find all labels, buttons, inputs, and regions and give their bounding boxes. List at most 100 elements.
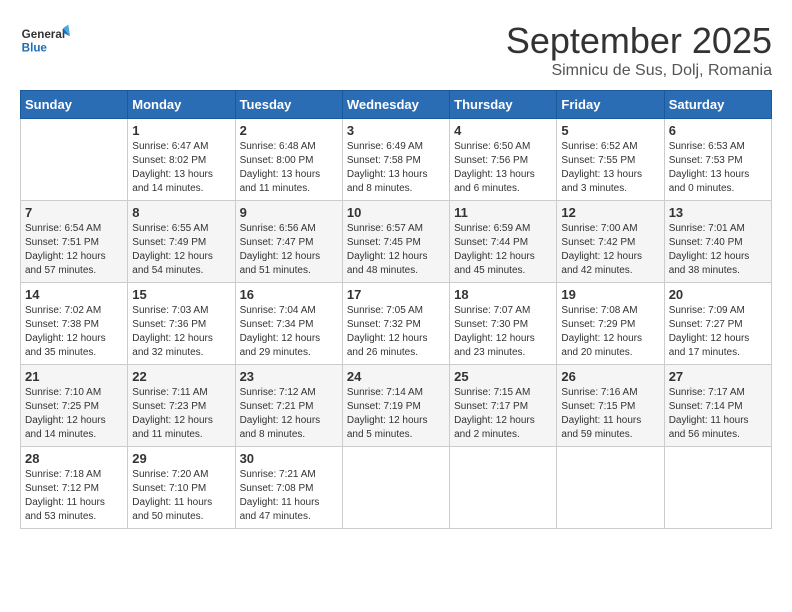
- week-row-2: 14 Sunrise: 7:02 AM Sunset: 7:38 PM Dayli…: [21, 283, 772, 365]
- header-cell-monday: Monday: [128, 91, 235, 119]
- day-info: Sunrise: 7:09 AM Sunset: 7:27 PM Dayligh…: [669, 304, 767, 360]
- day-number: 30: [240, 451, 338, 466]
- calendar-cell: 15Sunrise: 7:03 AM Sunset: 7:36 PM Dayli…: [128, 283, 235, 365]
- day-number: 13: [669, 205, 767, 220]
- day-number: 4: [454, 123, 552, 138]
- day-number: 6: [669, 123, 767, 138]
- day-info: Sunrise: 7:01 AM Sunset: 7:40 PM Dayligh…: [669, 222, 767, 278]
- day-info: Sunrise: 7:07 AM Sunset: 7:30 PM Dayligh…: [454, 304, 552, 360]
- day-info: Sunrise: 6:49 AM Sunset: 7:58 PM Dayligh…: [347, 140, 445, 196]
- day-number: 21: [25, 369, 123, 384]
- day-number: 27: [669, 369, 767, 384]
- day-info: Sunrise: 7:16 AM Sunset: 7:15 PM Dayligh…: [561, 386, 659, 442]
- calendar-cell: 1 Sunrise: 6:47 AM Sunset: 8:02 PM Daylig…: [128, 119, 235, 201]
- logo-icon: General Blue: [20, 20, 70, 60]
- day-info: Sunrise: 6:53 AM Sunset: 7:53 PM Dayligh…: [669, 140, 767, 196]
- header-cell-friday: Friday: [557, 91, 664, 119]
- calendar-cell: 10 Sunrise: 6:57 AM Sunset: 7:45 PM Dayli…: [342, 201, 449, 283]
- day-number: 11: [454, 205, 552, 220]
- month-title: September 2025: [506, 20, 772, 62]
- day-info: Sunrise: 7:03 AM Sunset: 7:36 PM Dayligh…: [132, 304, 230, 360]
- day-number: 9: [240, 205, 338, 220]
- day-number: 29: [132, 451, 230, 466]
- day-number: 25: [454, 369, 552, 384]
- week-row-3: 21 Sunrise: 7:10 AM Sunset: 7:25 PM Dayli…: [21, 365, 772, 447]
- day-number: 1: [132, 123, 230, 138]
- day-info: Sunrise: 7:20 AM Sunset: 7:10 PM Dayligh…: [132, 468, 230, 524]
- day-info: Sunrise: 6:57 AM Sunset: 7:45 PM Dayligh…: [347, 222, 445, 278]
- day-number: 3: [347, 123, 445, 138]
- calendar-cell: 6 Sunrise: 6:53 AM Sunset: 7:53 PM Daylig…: [664, 119, 771, 201]
- day-info: Sunrise: 7:05 AM Sunset: 7:32 PM Dayligh…: [347, 304, 445, 360]
- calendar-cell: 7Sunrise: 6:54 AM Sunset: 7:51 PM Daylig…: [21, 201, 128, 283]
- calendar-cell: 30 Sunrise: 7:21 AM Sunset: 7:08 PM Dayli…: [235, 447, 342, 529]
- day-info: Sunrise: 6:54 AM Sunset: 7:51 PM Dayligh…: [25, 222, 123, 278]
- calendar-cell: [450, 447, 557, 529]
- logo: General Blue: [20, 20, 74, 60]
- calendar-cell: 14 Sunrise: 7:02 AM Sunset: 7:38 PM Dayli…: [21, 283, 128, 365]
- calendar-cell: 20 Sunrise: 7:09 AM Sunset: 7:27 PM Dayli…: [664, 283, 771, 365]
- calendar-cell: 17Sunrise: 7:05 AM Sunset: 7:32 PM Dayli…: [342, 283, 449, 365]
- day-number: 16: [240, 287, 338, 302]
- day-number: 10: [347, 205, 445, 220]
- calendar-header-row: SundayMondayTuesdayWednesdayThursdayFrid…: [21, 91, 772, 119]
- day-info: Sunrise: 7:21 AM Sunset: 7:08 PM Dayligh…: [240, 468, 338, 524]
- day-info: Sunrise: 7:02 AM Sunset: 7:38 PM Dayligh…: [25, 304, 123, 360]
- calendar-cell: 25 Sunrise: 7:15 AM Sunset: 7:17 PM Dayli…: [450, 365, 557, 447]
- calendar-cell: 27 Sunrise: 7:17 AM Sunset: 7:14 PM Dayli…: [664, 365, 771, 447]
- day-info: Sunrise: 7:17 AM Sunset: 7:14 PM Dayligh…: [669, 386, 767, 442]
- calendar-cell: [557, 447, 664, 529]
- svg-text:Blue: Blue: [22, 41, 48, 54]
- calendar-cell: 26 Sunrise: 7:16 AM Sunset: 7:15 PM Dayli…: [557, 365, 664, 447]
- calendar-table: SundayMondayTuesdayWednesdayThursdayFrid…: [20, 90, 772, 529]
- header-cell-thursday: Thursday: [450, 91, 557, 119]
- calendar-cell: 9 Sunrise: 6:56 AM Sunset: 7:47 PM Daylig…: [235, 201, 342, 283]
- svg-text:General: General: [22, 28, 65, 41]
- day-info: Sunrise: 6:47 AM Sunset: 8:02 PM Dayligh…: [132, 140, 230, 196]
- day-number: 24: [347, 369, 445, 384]
- calendar-cell: 13 Sunrise: 7:01 AM Sunset: 7:40 PM Dayli…: [664, 201, 771, 283]
- header-cell-wednesday: Wednesday: [342, 91, 449, 119]
- day-info: Sunrise: 6:56 AM Sunset: 7:47 PM Dayligh…: [240, 222, 338, 278]
- day-info: Sunrise: 6:48 AM Sunset: 8:00 PM Dayligh…: [240, 140, 338, 196]
- calendar-cell: [664, 447, 771, 529]
- week-row-1: 7Sunrise: 6:54 AM Sunset: 7:51 PM Daylig…: [21, 201, 772, 283]
- day-info: Sunrise: 7:00 AM Sunset: 7:42 PM Dayligh…: [561, 222, 659, 278]
- day-number: 2: [240, 123, 338, 138]
- calendar-cell: 22 Sunrise: 7:11 AM Sunset: 7:23 PM Dayli…: [128, 365, 235, 447]
- day-number: 14: [25, 287, 123, 302]
- day-info: Sunrise: 6:52 AM Sunset: 7:55 PM Dayligh…: [561, 140, 659, 196]
- calendar-cell: 2 Sunrise: 6:48 AM Sunset: 8:00 PM Daylig…: [235, 119, 342, 201]
- day-number: 28: [25, 451, 123, 466]
- day-number: 20: [669, 287, 767, 302]
- day-info: Sunrise: 7:18 AM Sunset: 7:12 PM Dayligh…: [25, 468, 123, 524]
- day-info: Sunrise: 7:04 AM Sunset: 7:34 PM Dayligh…: [240, 304, 338, 360]
- week-row-4: 28 Sunrise: 7:18 AM Sunset: 7:12 PM Dayli…: [21, 447, 772, 529]
- calendar-cell: [342, 447, 449, 529]
- day-number: 8: [132, 205, 230, 220]
- page-header: General Blue September 2025 Simnicu de S…: [20, 20, 772, 80]
- day-info: Sunrise: 7:15 AM Sunset: 7:17 PM Dayligh…: [454, 386, 552, 442]
- day-info: Sunrise: 7:11 AM Sunset: 7:23 PM Dayligh…: [132, 386, 230, 442]
- calendar-cell: 11Sunrise: 6:59 AM Sunset: 7:44 PM Dayli…: [450, 201, 557, 283]
- header-cell-saturday: Saturday: [664, 91, 771, 119]
- day-number: 26: [561, 369, 659, 384]
- day-number: 22: [132, 369, 230, 384]
- calendar-cell: 28 Sunrise: 7:18 AM Sunset: 7:12 PM Dayli…: [21, 447, 128, 529]
- day-info: Sunrise: 7:08 AM Sunset: 7:29 PM Dayligh…: [561, 304, 659, 360]
- calendar-cell: 3 Sunrise: 6:49 AM Sunset: 7:58 PM Daylig…: [342, 119, 449, 201]
- calendar-cell: 21 Sunrise: 7:10 AM Sunset: 7:25 PM Dayli…: [21, 365, 128, 447]
- day-info: Sunrise: 7:14 AM Sunset: 7:19 PM Dayligh…: [347, 386, 445, 442]
- calendar-cell: 19Sunrise: 7:08 AM Sunset: 7:29 PM Dayli…: [557, 283, 664, 365]
- calendar-cell: 8Sunrise: 6:55 AM Sunset: 7:49 PM Daylig…: [128, 201, 235, 283]
- calendar-cell: 24 Sunrise: 7:14 AM Sunset: 7:19 PM Dayli…: [342, 365, 449, 447]
- day-info: Sunrise: 6:50 AM Sunset: 7:56 PM Dayligh…: [454, 140, 552, 196]
- calendar-cell: 29 Sunrise: 7:20 AM Sunset: 7:10 PM Dayli…: [128, 447, 235, 529]
- day-info: Sunrise: 7:10 AM Sunset: 7:25 PM Dayligh…: [25, 386, 123, 442]
- header-cell-tuesday: Tuesday: [235, 91, 342, 119]
- calendar-body: 1 Sunrise: 6:47 AM Sunset: 8:02 PM Daylig…: [21, 119, 772, 529]
- header-cell-sunday: Sunday: [21, 91, 128, 119]
- day-number: 23: [240, 369, 338, 384]
- calendar-cell: 5Sunrise: 6:52 AM Sunset: 7:55 PM Daylig…: [557, 119, 664, 201]
- calendar-cell: 12Sunrise: 7:00 AM Sunset: 7:42 PM Dayli…: [557, 201, 664, 283]
